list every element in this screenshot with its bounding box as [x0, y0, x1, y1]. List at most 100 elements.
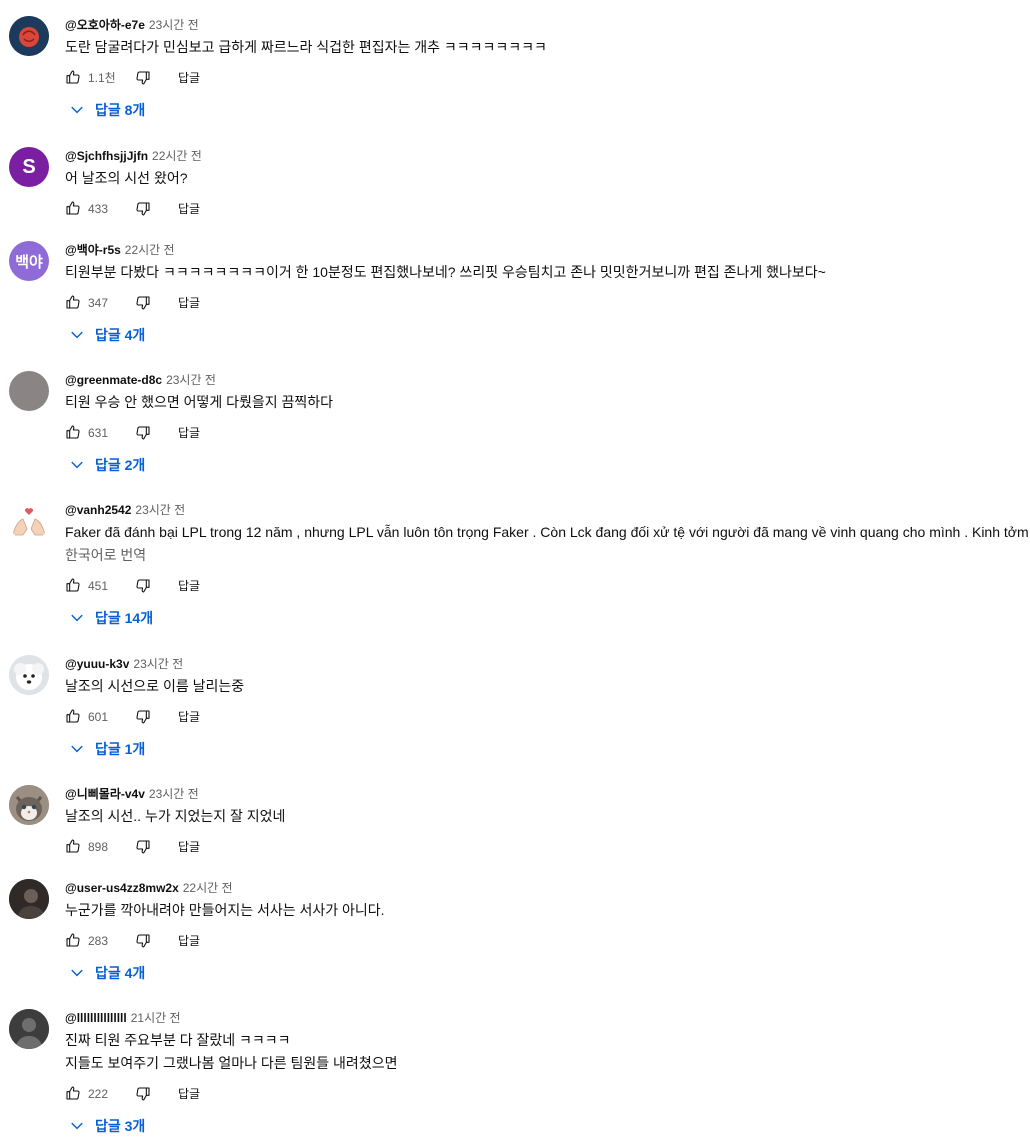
like-icon[interactable] — [65, 294, 81, 310]
avatar[interactable]: 백야 — [9, 241, 49, 281]
comment-author[interactable]: @백야-r5s — [65, 243, 121, 257]
dislike-icon[interactable] — [135, 709, 151, 725]
avatar[interactable] — [9, 655, 49, 695]
like-icon[interactable] — [65, 838, 81, 854]
reply-button[interactable]: 답글 — [178, 295, 200, 311]
dislike-icon[interactable] — [135, 295, 151, 311]
like-icon[interactable] — [65, 708, 81, 724]
comment-body: @니삐몰라-v4v 23시간 전날조의 시선.. 누가 지었는지 잘 지었네 898… — [65, 785, 1030, 868]
reply-button[interactable]: 답글 — [178, 709, 200, 725]
comment-author[interactable]: @vanh2542 — [65, 503, 131, 517]
comment-header: @SjchfhsjjJjfn 22시간 전 — [65, 147, 1030, 165]
comment-time[interactable]: 23시간 전 — [149, 18, 199, 32]
comment-actions: 451 답글 — [65, 571, 1030, 607]
comment-author[interactable]: @lllllllllllllll — [65, 1011, 127, 1025]
comment-actions: 601 답글 — [65, 702, 1030, 738]
view-replies-button[interactable]: 답글 14개 — [65, 603, 1030, 633]
chevron-down-icon — [70, 328, 84, 342]
chevron-down-icon — [70, 611, 84, 625]
dislike-icon[interactable] — [135, 933, 151, 949]
reply-button[interactable]: 답글 — [178, 425, 200, 441]
avatar-letter: 백야 — [15, 253, 43, 271]
comment-header: @니삐몰라-v4v 23시간 전 — [65, 785, 1030, 803]
comment-time[interactable]: 23시간 전 — [166, 373, 216, 387]
comment-body: @백야-r5s 22시간 전 티원부분 다봤다 ㅋㅋㅋㅋㅋㅋㅋㅋ이거 한 10분정도… — [65, 241, 1030, 350]
comment-time[interactable]: 23시간 전 — [149, 787, 199, 801]
comment-time[interactable]: 22시간 전 — [125, 243, 175, 257]
avatar[interactable] — [9, 879, 49, 919]
like-icon[interactable] — [65, 1085, 81, 1101]
dislike-icon[interactable] — [135, 1086, 151, 1102]
like-icon[interactable] — [65, 577, 81, 593]
comment-header: @yuuu-k3v 23시간 전 — [65, 655, 1030, 673]
view-replies-button[interactable]: 답글 2개 — [65, 450, 1030, 480]
chevron-down-icon — [70, 966, 84, 980]
like-icon[interactable] — [65, 200, 81, 216]
avatar[interactable] — [9, 16, 49, 56]
comment-text: 도란 담굴려다가 민심보고 급하게 짜르느라 식겁한 편집자는 개추 ㅋㅋㅋㅋㅋ… — [65, 39, 547, 55]
dislike-icon[interactable] — [135, 201, 151, 217]
avatar[interactable] — [9, 501, 49, 541]
view-replies-button[interactable]: 답글 4개 — [65, 320, 1030, 350]
comment-text: 지들도 보여주기 그랬나봄 얼마나 다른 팀원들 내려쳤으면 — [65, 1055, 398, 1071]
comment-time[interactable]: 21시간 전 — [131, 1011, 181, 1025]
like-count: 601 — [88, 710, 109, 724]
like-icon[interactable] — [65, 424, 81, 440]
comment-time[interactable]: 23시간 전 — [135, 503, 185, 517]
comment-author[interactable]: @yuuu-k3v — [65, 657, 129, 671]
reply-button[interactable]: 답글 — [178, 70, 200, 86]
like-icon[interactable] — [65, 932, 81, 948]
reply-button[interactable]: 답글 — [178, 1086, 200, 1102]
comment-body: @yuuu-k3v 23시간 전 날조의 시선으로 이름 날리는중 601 답글 답글 1… — [65, 655, 1030, 764]
avatar[interactable] — [9, 1009, 49, 1049]
comment-text: 티원 우승 안 했으면 어떻게 다뤘을지 끔찍하다 — [65, 394, 334, 410]
like-count: 898 — [88, 840, 109, 854]
reply-button[interactable]: 답글 — [178, 201, 200, 217]
dislike-icon[interactable] — [135, 578, 151, 594]
dislike-icon[interactable] — [135, 839, 151, 855]
comment-body: @vanh2542 23시간 전 Faker đã đánh bại LPL tro… — [65, 501, 1030, 633]
reply-button[interactable]: 답글 — [178, 839, 200, 855]
translate-link[interactable]: 한국어로 번역 — [65, 544, 1030, 567]
comment-author[interactable]: @니삐몰라-v4v — [65, 787, 145, 801]
reply-button[interactable]: 답글 — [178, 933, 200, 949]
comment-actions: 433 답글 — [65, 194, 1030, 230]
comment-time[interactable]: 23시간 전 — [133, 657, 183, 671]
view-replies-button[interactable]: 답글 8개 — [65, 95, 1030, 125]
comment-text: 날조의 시선.. 누가 지었는지 잘 지었네 — [65, 808, 286, 824]
reply-button[interactable]: 답글 — [178, 578, 200, 594]
like-icon[interactable] — [65, 69, 81, 85]
comment-actions: 222 답글 — [65, 1079, 1030, 1115]
comment-author[interactable]: @SjchfhsjjJjfn — [65, 149, 148, 163]
comment-body: @오호아하-e7e 23시간 전도란 담굴려다가 민심보고 급하게 짜르느라 식겁… — [65, 16, 1030, 125]
like-count: 451 — [88, 579, 109, 593]
avatar[interactable] — [9, 371, 49, 411]
comment-time[interactable]: 22시간 전 — [152, 149, 202, 163]
avatar[interactable] — [9, 785, 49, 825]
comment-author[interactable]: @user-us4zz8mw2x — [65, 881, 179, 895]
comment-header: @greenmate-d8c 23시간 전 — [65, 371, 1030, 389]
comment-header: @vanh2542 23시간 전 — [65, 501, 1030, 519]
comment-body: @lllllllllllllll 21시간 전 진짜 티원 주요부분 다 잘랐네 ㅋ… — [65, 1009, 1030, 1141]
comments-list: @오호아하-e7e 23시간 전 도란 담굴려다가 민심보고 급하게 짜르느라 식겁… — [0, 0, 1030, 1136]
replies-count-label: 답글 4개 — [95, 965, 146, 981]
comment-header: @백야-r5s 22시간 전 — [65, 241, 1030, 259]
view-replies-button[interactable]: 답글 4개 — [65, 958, 1030, 988]
view-replies-button[interactable]: 답글 1개 — [65, 734, 1030, 764]
like-count: 631 — [88, 426, 109, 440]
dislike-icon[interactable] — [135, 70, 151, 86]
comment-header: @오호아하-e7e 23시간 전 — [65, 16, 1030, 34]
comment-time[interactable]: 22시간 전 — [183, 881, 233, 895]
comment-header: @lllllllllllllll 21시간 전 — [65, 1009, 1030, 1027]
dislike-icon[interactable] — [135, 425, 151, 441]
replies-count-label: 답글 3개 — [95, 1118, 146, 1134]
comment-author[interactable]: @greenmate-d8c — [65, 373, 162, 387]
comment-body: @SjchfhsjjJjfn 22시간 전어 날조의 시선 왔어? 433 답글 — [65, 147, 1030, 230]
comment-actions: 283 답글 — [65, 926, 1030, 962]
avatar-letter: S — [22, 155, 36, 178]
view-replies-button[interactable]: 답글 3개 — [65, 1111, 1030, 1141]
like-count: 347 — [88, 296, 109, 310]
comment-text: Faker đã đánh bại LPL trong 12 năm , như… — [65, 524, 1029, 540]
comment-author[interactable]: @오호아하-e7e — [65, 18, 145, 32]
avatar[interactable]: S — [9, 147, 49, 187]
